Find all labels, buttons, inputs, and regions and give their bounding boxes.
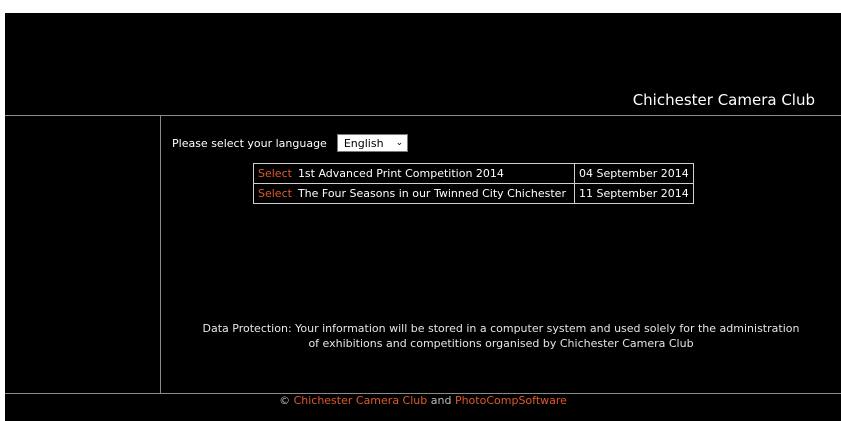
competition-table: Select 1st Advanced Print Competition 201… [253, 163, 694, 204]
notice-line-1: Data Protection: Your information will b… [202, 322, 800, 335]
header-divider [5, 115, 841, 116]
language-select[interactable]: English ⌄ [336, 134, 409, 152]
competition-date: 04 September 2014 [573, 163, 694, 184]
language-row: Please select your language English ⌄ [172, 133, 409, 153]
data-protection-notice: Data Protection: Your information will b… [161, 321, 841, 351]
table-row: Select The Four Seasons in our Twinned Ci… [253, 183, 694, 204]
competition-cell: Select 1st Advanced Print Competition 201… [253, 163, 575, 184]
software-link[interactable]: PhotoCompSoftware [455, 394, 567, 407]
competition-cell: Select The Four Seasons in our Twinned Ci… [253, 183, 575, 204]
competition-name: 1st Advanced Print Competition 2014 [297, 167, 504, 180]
table-row: Select 1st Advanced Print Competition 201… [253, 163, 694, 184]
footer-conjunction: and [430, 394, 452, 407]
club-link[interactable]: Chichester Camera Club [294, 394, 428, 407]
language-selected-value: English [343, 136, 384, 150]
sidebar-divider [160, 116, 161, 393]
chevron-down-icon: ⌄ [395, 138, 404, 148]
footer: © Chichester Camera Club and PhotoCompSo… [5, 394, 841, 407]
competition-date: 11 September 2014 [573, 183, 694, 204]
select-competition-link[interactable]: Select [258, 167, 292, 180]
notice-line-2: of exhibitions and competitions organise… [308, 337, 694, 350]
header: Chichester Camera Club [5, 13, 841, 115]
copyright-symbol: © [279, 394, 291, 407]
competition-name: The Four Seasons in our Twinned City Chi… [297, 187, 566, 200]
language-label: Please select your language [172, 136, 327, 150]
select-competition-link[interactable]: Select [258, 187, 292, 200]
site-title: Chichester Camera Club [632, 91, 815, 109]
page: Chichester Camera Club Please select you… [5, 13, 841, 421]
